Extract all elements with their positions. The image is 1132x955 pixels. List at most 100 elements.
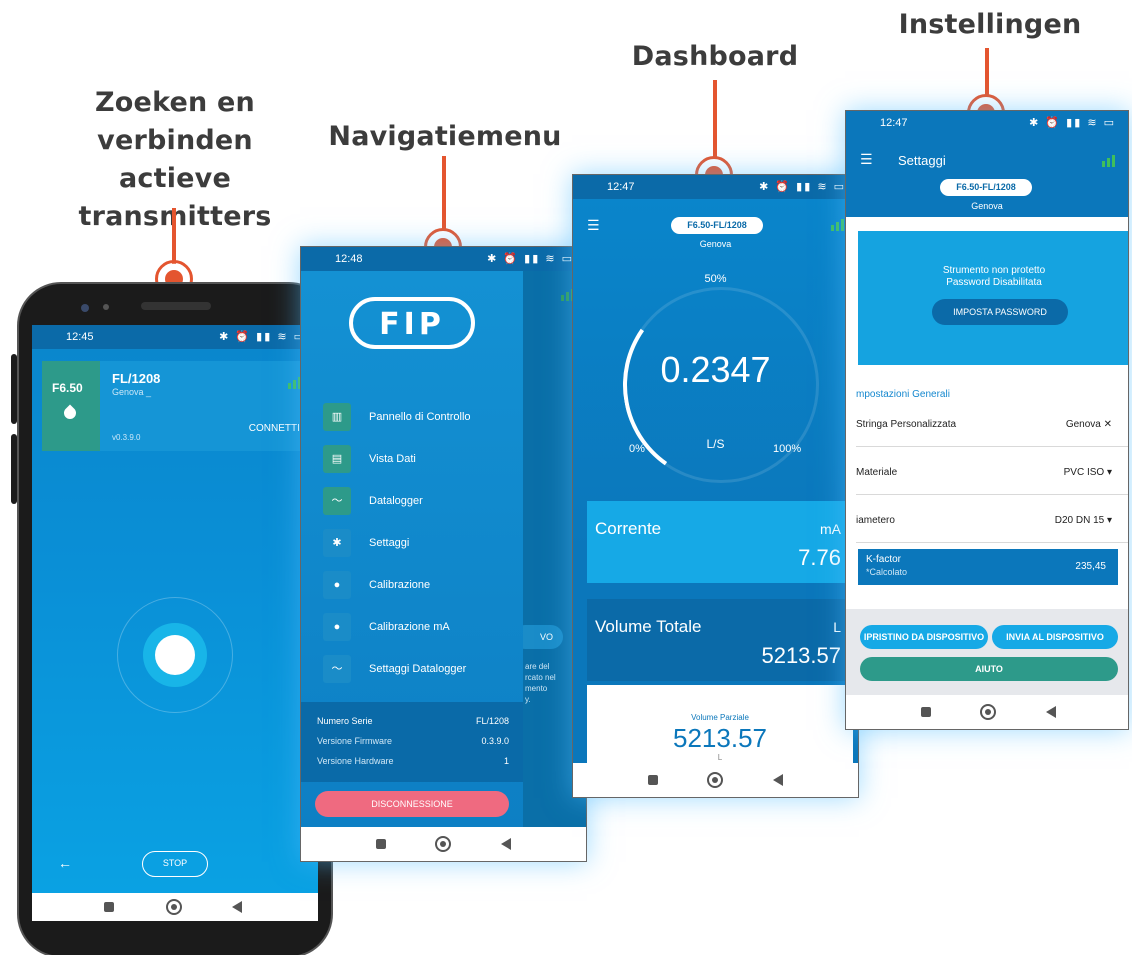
menu-item-control-panel[interactable]: ▥ Pannello di Controllo — [323, 403, 519, 433]
back-icon[interactable] — [1046, 706, 1056, 718]
home-icon[interactable] — [980, 704, 996, 720]
partial-volume-panel: Volume Parziale 5213.57 L — [587, 685, 853, 765]
info-value: FL/1208 — [475, 716, 509, 726]
navigation-drawer: FIP ▥ Pannello di Controllo ▤ Vista Dati… — [301, 247, 523, 829]
info-value: 1 — [503, 756, 509, 766]
screen-settings: 12:47 ✱ ⏰ ▮▮ ≋ ▭ ☰ Settaggi F6.50-FL/120… — [845, 110, 1129, 730]
scan-button[interactable] — [155, 635, 195, 675]
background-text-line: mento — [525, 684, 548, 693]
recent-apps-icon[interactable] — [648, 775, 658, 785]
menu-item-label: Calibrazione mA — [369, 621, 450, 633]
background-text: are del rcato nel mento y. — [525, 661, 556, 705]
menu-item-label: Vista Dati — [369, 453, 416, 465]
menu-item-datalogger[interactable]: 〜 Datalogger — [323, 487, 519, 517]
device-model: F6.50 — [52, 381, 83, 395]
line-chart-icon: 〜 — [323, 655, 351, 683]
password-status-box: Strumento non protetto Password Disabili… — [858, 231, 1128, 365]
callout-nav: Navigatiemenu — [328, 121, 562, 152]
recent-apps-icon[interactable] — [376, 839, 386, 849]
diameter-select[interactable]: iametero D20 DN 15 ▾ — [856, 497, 1128, 543]
callout-search-line-1: Zoeken en — [95, 87, 255, 118]
hamburger-menu-icon[interactable]: ☰ — [587, 217, 600, 234]
document-icon: ▤ — [323, 445, 351, 473]
partial-volume-value: 5213.57 — [673, 723, 767, 753]
connect-label: CONNETTI — [248, 423, 300, 434]
menu-item-label: Settaggi Datalogger — [369, 663, 467, 675]
water-drop-icon — [61, 404, 79, 422]
field-label: iametero — [856, 515, 895, 526]
recent-apps-icon[interactable] — [104, 902, 114, 912]
screen-dashboard: 12:47 ✱ ⏰ ▮▮ ≋ ▭ ☰ F6.50-FL/1208 Genova … — [572, 174, 859, 798]
gauge-max-pct: 50% — [704, 273, 727, 285]
home-icon[interactable] — [166, 899, 182, 915]
help-button[interactable]: AIUTO — [860, 657, 1118, 681]
location-label: Genova — [699, 239, 732, 249]
callout-search-line-2: verbinden actieve — [97, 125, 253, 194]
recent-apps-icon[interactable] — [921, 707, 931, 717]
info-row-serial: Numero Serie FL/1208 — [317, 716, 509, 726]
current-card: Corrente mA 7.76 — [587, 501, 853, 583]
camera-dot — [103, 304, 109, 310]
background-text-line: y. — [525, 695, 531, 704]
location-label: Genova — [971, 201, 1003, 211]
connect-button[interactable]: CONNETTI › — [249, 423, 306, 434]
restore-from-device-button[interactable]: IPRISTINO DA DISPOSITIVO — [860, 625, 988, 649]
menu-item-label: Pannello di Controllo — [369, 411, 471, 423]
callout-settings: Instellingen — [898, 9, 1082, 40]
android-nav-bar — [301, 827, 586, 861]
stop-button[interactable]: STOP — [142, 851, 208, 877]
info-label: Numero Serie — [317, 716, 373, 726]
disconnect-button[interactable]: DISCONNESSIONE — [315, 791, 509, 817]
callout-nav-line — [442, 156, 446, 230]
device-card[interactable]: F6.50 FL/1208 Genova _ v0.3.9.0 CONNETTI… — [42, 361, 318, 451]
kfactor-value: 235,45 — [1075, 561, 1106, 572]
android-nav-bar — [32, 893, 318, 921]
settings-actions: IPRISTINO DA DISPOSITIVO INVIA AL DISPOS… — [846, 609, 1128, 699]
kfactor-row: K-factor *Calcolato 235,45 — [858, 549, 1118, 585]
back-icon[interactable] — [232, 901, 242, 913]
home-icon[interactable] — [435, 836, 451, 852]
menu-item-settings[interactable]: ✱ Settaggi — [323, 529, 519, 559]
current-value: 7.76 — [798, 545, 841, 570]
device-location: Genova _ — [112, 387, 152, 397]
back-icon[interactable] — [501, 838, 511, 850]
info-value: 0.3.9.0 — [481, 736, 509, 746]
background-text-line: are del — [525, 662, 550, 671]
bar-chart-icon: ▥ — [323, 403, 351, 431]
android-nav-bar — [846, 695, 1128, 729]
back-arrow-icon[interactable]: ← — [58, 855, 72, 871]
info-row-firmware: Versione Firmware 0.3.9.0 — [317, 736, 509, 746]
custom-string-field[interactable]: Stringa Personalizzata Genova ✕ — [856, 401, 1128, 447]
device-firmware: v0.3.9.0 — [112, 433, 141, 442]
line-chart-icon: 〜 — [323, 487, 351, 515]
status-icons: ✱ ⏰ ▮▮ ≋ ▭ — [487, 253, 574, 265]
password-status-text: Strumento non protetto Password Disabili… — [858, 265, 1128, 289]
field-label: Materiale — [856, 467, 898, 478]
kfactor-sub: *Calcolato — [866, 567, 908, 577]
partial-volume-label: Volume Parziale — [691, 713, 749, 722]
password-status-line: Strumento non protetto — [942, 265, 1046, 276]
hamburger-menu-icon[interactable]: ☰ — [860, 151, 873, 168]
page-title: Settaggi — [898, 153, 946, 168]
total-volume-label: Volume Totale — [595, 617, 702, 636]
kfactor-label: K-factor — [866, 554, 902, 565]
menu-item-calibration-ma[interactable]: ● Calibrazione mA — [323, 613, 519, 643]
status-bar: 12:45 ✱ ⏰ ▮▮ ≋ ▭ — [32, 325, 318, 349]
menu-item-label: Datalogger — [369, 495, 423, 507]
set-password-button[interactable]: IMPOSTA PASSWORD — [932, 299, 1068, 325]
gauge-min-label: 0% — [629, 443, 645, 455]
menu-item-calibration[interactable]: ● Calibrazione — [323, 571, 519, 601]
info-row-hardware: Versione Hardware 1 — [317, 756, 509, 766]
settings-header: 12:47 ✱ ⏰ ▮▮ ≋ ▭ ☰ Settaggi F6.50-FL/120… — [846, 111, 1128, 217]
menu-item-data-view[interactable]: ▤ Vista Dati — [323, 445, 519, 475]
status-time: 12:47 — [607, 181, 635, 193]
callout-search-line — [172, 208, 176, 264]
device-pill: F6.50-FL/1208 — [671, 217, 763, 234]
menu-item-datalogger-settings[interactable]: 〜 Settaggi Datalogger — [323, 655, 519, 685]
current-unit: mA — [820, 521, 841, 537]
callout-dashboard-line — [713, 80, 717, 158]
home-icon[interactable] — [707, 772, 723, 788]
back-icon[interactable] — [773, 774, 783, 786]
send-to-device-button[interactable]: INVIA AL DISPOSITIVO — [992, 625, 1118, 649]
material-select[interactable]: Materiale PVC ISO ▾ — [856, 449, 1128, 495]
